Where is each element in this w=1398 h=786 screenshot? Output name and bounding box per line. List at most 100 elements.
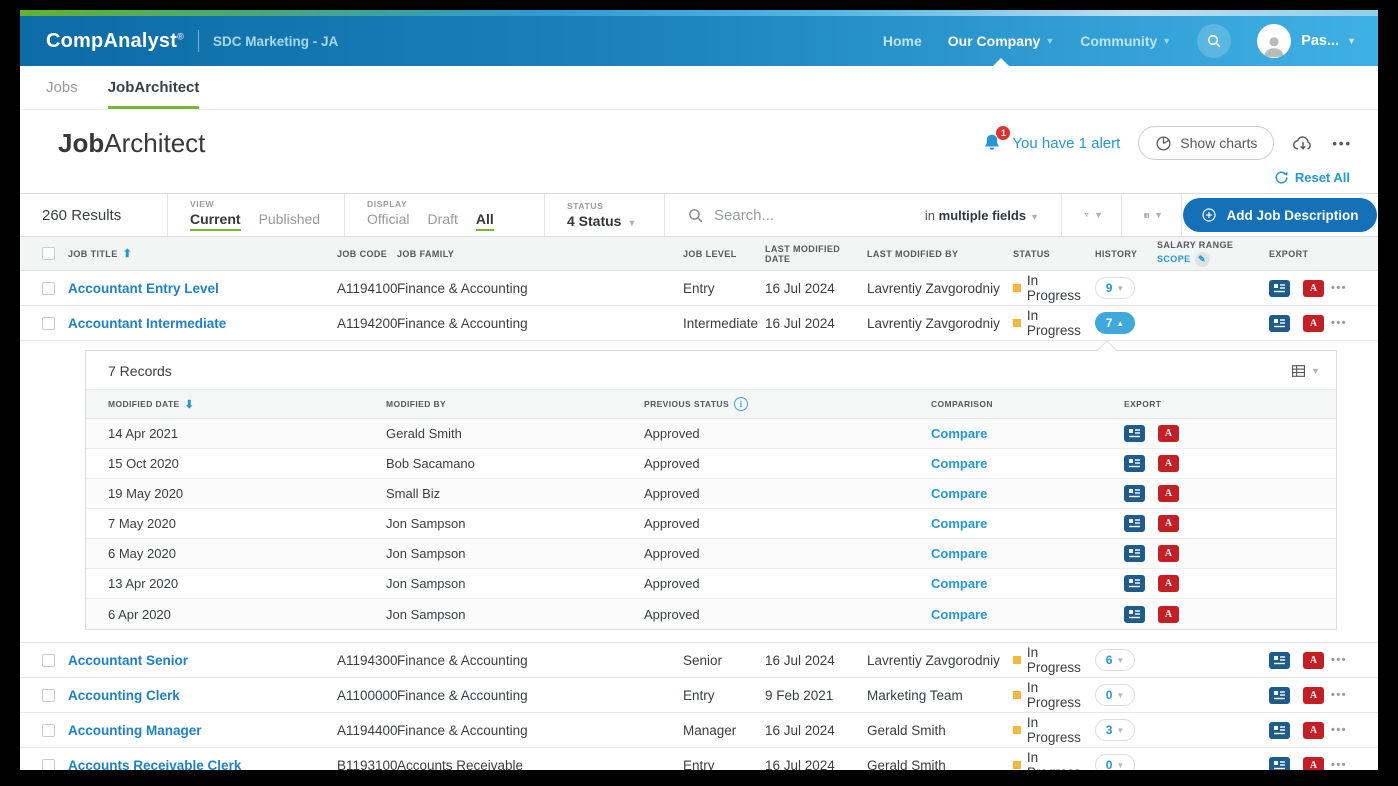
pdf-export-icon[interactable]: A: [1158, 515, 1179, 532]
view-option-published[interactable]: Published: [259, 211, 321, 231]
compare-link[interactable]: Compare: [931, 426, 987, 441]
compare-link[interactable]: Compare: [931, 516, 987, 531]
history-pill[interactable]: 0 ▼: [1095, 684, 1135, 706]
pdf-export-icon[interactable]: A: [1158, 485, 1179, 502]
brand-logo[interactable]: CompAnalyst®: [46, 30, 184, 53]
salary-scope-edit[interactable]: SCOPE ✎: [1157, 251, 1210, 267]
avatar[interactable]: [1257, 24, 1292, 58]
row-checkbox[interactable]: [42, 653, 55, 667]
word-export-icon[interactable]: [1269, 651, 1290, 669]
table-row[interactable]: Accountant Entry Level A1194100 Finance …: [20, 271, 1378, 306]
table-row[interactable]: Accountant Senior A1194300 Finance & Acc…: [20, 643, 1378, 678]
pdf-export-icon[interactable]: A: [1303, 279, 1324, 297]
job-title-link[interactable]: Accounting Manager: [68, 723, 337, 738]
search-icon[interactable]: [1197, 24, 1232, 58]
row-more-button[interactable]: •••: [1331, 759, 1371, 770]
pdf-export-icon[interactable]: A: [1158, 575, 1179, 592]
row-checkbox[interactable]: [42, 281, 55, 295]
pdf-export-icon[interactable]: A: [1158, 545, 1179, 562]
row-checkbox[interactable]: [42, 758, 55, 770]
tab-jobs[interactable]: Jobs: [46, 66, 78, 109]
panel-columns-button[interactable]: ▼: [1291, 364, 1320, 378]
pdf-export-icon[interactable]: A: [1158, 455, 1179, 472]
alerts-link[interactable]: 1 You have 1 alert: [982, 126, 1120, 153]
show-charts-button[interactable]: Show charts: [1138, 126, 1275, 160]
pdf-export-icon[interactable]: A: [1303, 651, 1324, 669]
word-export-icon[interactable]: [1269, 314, 1290, 332]
status-dropdown[interactable]: 4 Status ▼: [567, 213, 646, 229]
pdf-export-icon[interactable]: A: [1158, 605, 1179, 623]
row-more-button[interactable]: •••: [1331, 317, 1371, 329]
search-input[interactable]: [714, 206, 915, 224]
filter-button[interactable]: ▼: [1062, 194, 1122, 236]
sort-ascending-icon[interactable]: ⬆: [123, 247, 133, 260]
job-title-link[interactable]: Accountant Intermediate: [68, 316, 337, 331]
pdf-export-icon[interactable]: A: [1303, 686, 1324, 704]
word-export-icon[interactable]: [1269, 279, 1290, 297]
word-export-icon[interactable]: [1269, 686, 1290, 704]
pdf-export-icon[interactable]: A: [1158, 425, 1179, 442]
word-export-icon[interactable]: [1269, 756, 1290, 770]
history-pill[interactable]: 9 ▼: [1095, 277, 1135, 299]
word-export-icon[interactable]: [1124, 485, 1145, 502]
row-checkbox[interactable]: [42, 723, 55, 737]
word-export-icon[interactable]: [1269, 721, 1290, 739]
job-title-link[interactable]: Accounting Clerk: [68, 688, 337, 703]
modified-by: Bob Sacamano: [386, 456, 475, 471]
word-export-icon[interactable]: [1124, 575, 1145, 592]
pdf-export-icon[interactable]: A: [1303, 721, 1324, 739]
job-title-link[interactable]: Accountant Entry Level: [68, 281, 337, 296]
row-more-button[interactable]: •••: [1331, 654, 1371, 666]
row-checkbox[interactable]: [42, 316, 55, 330]
compare-link[interactable]: Compare: [931, 486, 987, 501]
history-pill[interactable]: 0 ▼: [1095, 754, 1135, 770]
job-title-link[interactable]: Accountant Senior: [68, 653, 337, 668]
nav-item-our-company[interactable]: Our Company ▼: [948, 33, 1054, 67]
table-row[interactable]: Accountant Intermediate A1194200 Finance…: [20, 306, 1378, 341]
compare-link[interactable]: Compare: [931, 546, 987, 561]
row-more-button[interactable]: •••: [1331, 724, 1371, 736]
compare-link[interactable]: Compare: [931, 456, 987, 471]
user-menu-label[interactable]: Pas...: [1301, 33, 1339, 49]
cloud-download-icon[interactable]: [1292, 134, 1314, 152]
history-table-header: MODIFIED DATE ⬇ MODIFIED BY PREVIOUS STAT…: [86, 389, 1336, 419]
display-option-draft[interactable]: Draft: [428, 211, 458, 231]
word-export-icon[interactable]: [1124, 455, 1145, 472]
nav-item-home[interactable]: Home: [883, 33, 922, 49]
compare-link[interactable]: Compare: [931, 607, 987, 622]
columns-button[interactable]: ▼: [1122, 194, 1182, 236]
display-option-all[interactable]: All: [475, 211, 494, 231]
table-row[interactable]: Accounting Manager A1194400 Finance & Ac…: [20, 713, 1378, 748]
select-all-checkbox[interactable]: [42, 247, 55, 260]
job-title-link[interactable]: Accounts Receivable Clerk: [68, 758, 337, 771]
pencil-icon: ✎: [1194, 251, 1210, 267]
more-options-button[interactable]: •••: [1332, 136, 1352, 151]
add-job-description-button[interactable]: Add Job Description: [1183, 198, 1377, 232]
info-icon[interactable]: i: [734, 397, 749, 411]
pdf-export-icon[interactable]: A: [1303, 756, 1324, 770]
row-more-button[interactable]: •••: [1331, 282, 1371, 294]
row-checkbox[interactable]: [42, 688, 55, 702]
view-option-current[interactable]: Current: [190, 211, 241, 231]
word-export-icon[interactable]: [1124, 605, 1145, 623]
sort-descending-icon[interactable]: ⬇: [185, 398, 195, 411]
compare-link[interactable]: Compare: [931, 576, 987, 591]
table-row[interactable]: Accounting Clerk A1100000 Finance & Acco…: [20, 678, 1378, 713]
word-export-icon[interactable]: [1124, 425, 1145, 442]
word-export-icon[interactable]: [1124, 515, 1145, 532]
row-more-button[interactable]: •••: [1331, 689, 1371, 701]
history-pill[interactable]: 7 ▲: [1095, 312, 1135, 334]
pdf-export-icon[interactable]: A: [1303, 314, 1324, 332]
display-option-official[interactable]: Official: [367, 211, 410, 231]
view-label: VIEW: [190, 199, 215, 209]
word-export-icon[interactable]: [1124, 545, 1145, 562]
tab-jobarchitect[interactable]: JobArchitect: [107, 66, 200, 109]
history-pill[interactable]: 6 ▼: [1095, 649, 1135, 671]
reset-all-button[interactable]: Reset All: [1274, 170, 1350, 185]
table-row[interactable]: Accounts Receivable Clerk B1193100 Accou…: [20, 748, 1378, 770]
history-pill[interactable]: 3 ▼: [1095, 719, 1135, 741]
search-scope-dropdown[interactable]: in multiple fields ▼: [925, 208, 1039, 223]
modified-date: 14 Apr 2021: [108, 426, 179, 441]
nav-item-community[interactable]: Community ▼: [1080, 33, 1171, 49]
filter-icon: [1084, 213, 1089, 217]
